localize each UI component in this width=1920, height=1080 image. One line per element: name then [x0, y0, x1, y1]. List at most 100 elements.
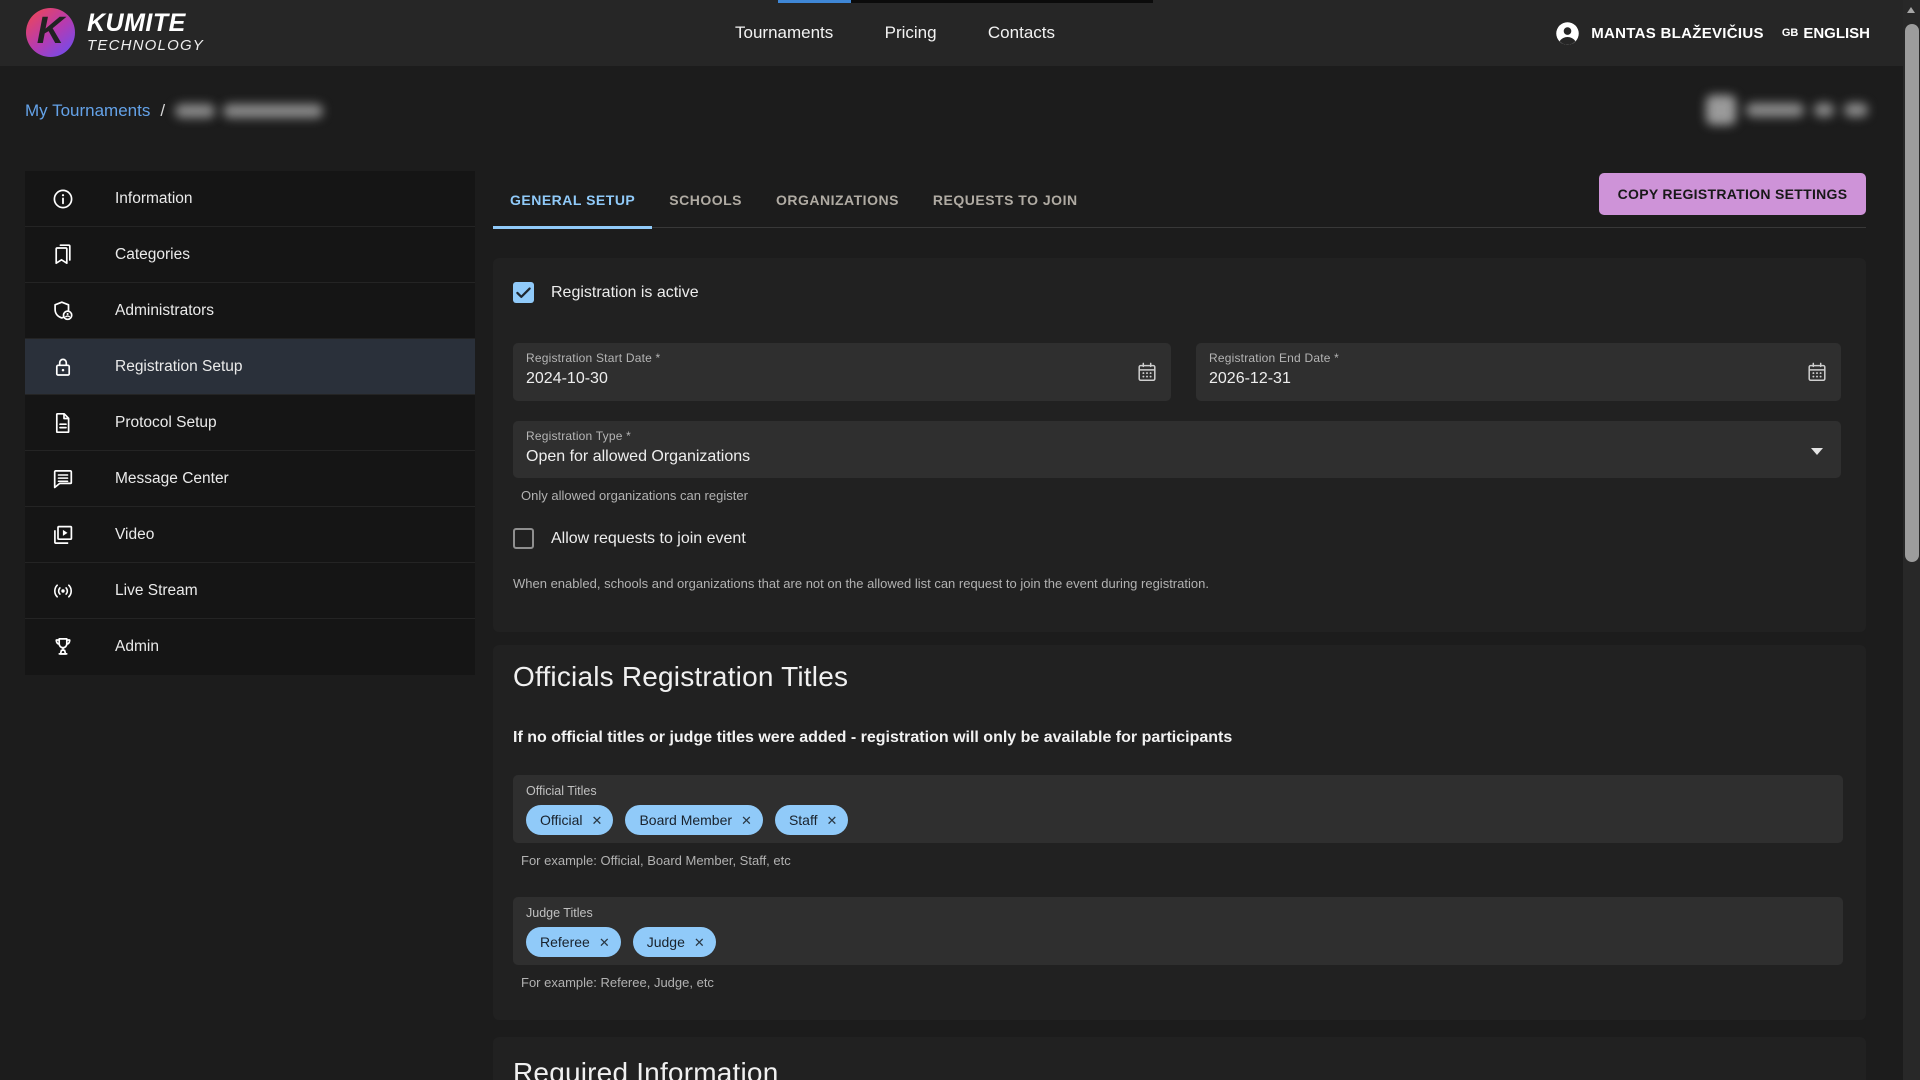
- tab-requests-to-join[interactable]: REQUESTS TO JOIN: [916, 171, 1095, 228]
- browser-tabbar-sliver: [851, 0, 1153, 3]
- main-nav: Tournaments Pricing Contacts: [735, 0, 1055, 66]
- judge-titles-field[interactable]: Judge Titles Referee✕Judge✕: [513, 897, 1843, 965]
- tab-general-setup[interactable]: GENERAL SETUP: [493, 171, 652, 228]
- redacted-badge-icon: [1706, 95, 1736, 125]
- breadcrumb-separator: /: [160, 101, 165, 121]
- trophy-icon: [51, 635, 75, 659]
- admin-shield-icon: [51, 299, 75, 323]
- start-date-value: 2024-10-30: [526, 370, 608, 388]
- info-icon: [51, 187, 75, 211]
- brand-subtitle: TECHNOLOGY: [87, 37, 204, 55]
- start-date-label: Registration Start Date *: [526, 351, 660, 365]
- official-titles-field[interactable]: Official Titles Official✕Board Member✕St…: [513, 775, 1843, 843]
- account-circle-icon: [1554, 20, 1581, 47]
- message-icon: [51, 467, 75, 491]
- tab-schools[interactable]: SCHOOLS: [652, 171, 759, 228]
- sidebar-item-message-center[interactable]: Message Center: [25, 451, 475, 507]
- sidebar-item-label: Video: [115, 526, 154, 544]
- copy-registration-settings-button[interactable]: COPY REGISTRATION SETTINGS: [1599, 173, 1866, 215]
- registration-end-date-field[interactable]: Registration End Date * 2026-12-31: [1196, 343, 1841, 401]
- lock-icon: [51, 355, 75, 379]
- sidebar-item-label: Registration Setup: [115, 358, 243, 376]
- judge-titles-helper: For example: Referee, Judge, etc: [521, 975, 714, 990]
- chip-label: Board Member: [639, 812, 732, 828]
- registration-active-checkbox[interactable]: [513, 282, 534, 303]
- breadcrumb-my-tournaments-link[interactable]: My Tournaments: [25, 101, 150, 121]
- user-area[interactable]: MANTAS BLAŽEVIČIUS GB ENGLISH: [1554, 0, 1870, 66]
- official-titles-label: Official Titles: [526, 784, 597, 798]
- calendar-icon[interactable]: [1805, 360, 1829, 384]
- registration-start-date-field[interactable]: Registration Start Date * 2024-10-30: [513, 343, 1171, 401]
- general-setup-card: Registration is active Registration Star…: [493, 258, 1866, 632]
- redacted-date-badge: [1706, 95, 1868, 125]
- sidebar-item-label: Live Stream: [115, 582, 198, 600]
- scrollbar[interactable]: [1903, 0, 1920, 1080]
- chevron-down-icon: [1811, 448, 1823, 455]
- logo-letter: K: [37, 12, 64, 53]
- judge-title-chip[interactable]: Referee✕: [526, 927, 621, 957]
- chip-remove-icon[interactable]: ✕: [592, 814, 603, 827]
- chip-remove-icon[interactable]: ✕: [741, 814, 752, 827]
- sidebar-item-video[interactable]: Video: [25, 507, 475, 563]
- app-header: K KUMITE TECHNOLOGY Tournaments Pricing Co…: [0, 0, 1920, 66]
- sidebar-item-label: Admin: [115, 638, 159, 656]
- allow-requests-helper: When enabled, schools and organizations …: [513, 576, 1209, 591]
- chip-remove-icon[interactable]: ✕: [827, 814, 838, 827]
- tournament-sidebar: InformationCategories Administrators Regis…: [25, 171, 475, 675]
- user-name: MANTAS BLAŽEVIČIUS: [1591, 25, 1764, 42]
- registration-type-select[interactable]: Registration Type * Open for allowed Org…: [513, 421, 1841, 478]
- sidebar-item-live-stream[interactable]: Live Stream: [25, 563, 475, 619]
- live-stream-icon: [51, 579, 75, 603]
- official-title-chip[interactable]: Staff ✕: [775, 805, 848, 835]
- scroll-up-arrow-icon[interactable]: [1907, 7, 1915, 13]
- nav-link-tournaments[interactable]: Tournaments: [735, 23, 833, 43]
- judge-title-chip[interactable]: Judge ✕: [633, 927, 716, 957]
- tab-organizations[interactable]: ORGANIZATIONS: [759, 171, 916, 228]
- registration-type-label: Registration Type *: [526, 429, 631, 443]
- allow-requests-row[interactable]: Allow requests to join event: [513, 528, 746, 549]
- sidebar-item-information[interactable]: Information: [25, 171, 475, 227]
- chip-label: Staff: [789, 812, 818, 828]
- language-switcher[interactable]: GB ENGLISH: [1782, 25, 1870, 42]
- sidebar-item-administrators[interactable]: Administrators: [25, 283, 475, 339]
- judge-titles-chips: Referee✕ Judge ✕: [526, 927, 716, 957]
- scrollbar-thumb[interactable]: [1905, 24, 1919, 562]
- officials-section-title: Officials Registration Titles: [513, 661, 848, 693]
- language-flag: GB: [1782, 27, 1799, 39]
- redacted-tournament-name: [175, 104, 323, 118]
- officials-titles-card: Officials Registration Titles If no offi…: [493, 645, 1866, 1020]
- kumite-logo-icon: K: [26, 8, 75, 57]
- browser-tab-sliver: [778, 0, 851, 3]
- officials-section-subtitle: If no official titles or judge titles we…: [513, 729, 1232, 747]
- main-content: GENERAL SETUPSCHOOLSORGANIZATIONSREQUEST…: [493, 171, 1866, 1080]
- official-title-chip[interactable]: Board Member ✕: [625, 805, 763, 835]
- brand-text: KUMITE TECHNOLOGY: [87, 10, 204, 54]
- official-titles-chips: Official✕ Board Member ✕ Staff ✕: [526, 805, 848, 835]
- sidebar-item-categories[interactable]: Categories: [25, 227, 475, 283]
- chip-label: Judge: [647, 934, 685, 950]
- registration-active-row[interactable]: Registration is active: [513, 282, 699, 303]
- brand-logo[interactable]: K KUMITE TECHNOLOGY: [26, 8, 204, 57]
- sidebar-item-label: Protocol Setup: [115, 414, 217, 432]
- breadcrumb: My Tournaments /: [25, 101, 323, 121]
- nav-link-contacts[interactable]: Contacts: [988, 23, 1055, 43]
- categories-icon: [51, 243, 75, 267]
- calendar-icon[interactable]: [1135, 360, 1159, 384]
- registration-type-helper: Only allowed organizations can register: [521, 488, 748, 503]
- nav-link-pricing[interactable]: Pricing: [885, 23, 937, 43]
- chip-remove-icon[interactable]: ✕: [599, 936, 610, 949]
- allow-requests-checkbox[interactable]: [513, 528, 534, 549]
- sidebar-item-protocol-setup[interactable]: Protocol Setup: [25, 395, 475, 451]
- registration-type-value: Open for allowed Organizations: [526, 448, 750, 466]
- sidebar-item-label: Administrators: [115, 302, 214, 320]
- app-window: K KUMITE TECHNOLOGY Tournaments Pricing Co…: [0, 0, 1920, 1080]
- chip-remove-icon[interactable]: ✕: [694, 936, 705, 949]
- end-date-label: Registration End Date *: [1209, 351, 1339, 365]
- sidebar-item-registration-setup[interactable]: Registration Setup: [25, 339, 475, 395]
- language-label: ENGLISH: [1803, 25, 1870, 42]
- video-icon: [51, 523, 75, 547]
- official-titles-helper: For example: Official, Board Member, Sta…: [521, 853, 791, 868]
- sidebar-item-admin[interactable]: Admin: [25, 619, 475, 675]
- official-title-chip[interactable]: Official✕: [526, 805, 613, 835]
- allow-requests-label: Allow requests to join event: [551, 530, 746, 548]
